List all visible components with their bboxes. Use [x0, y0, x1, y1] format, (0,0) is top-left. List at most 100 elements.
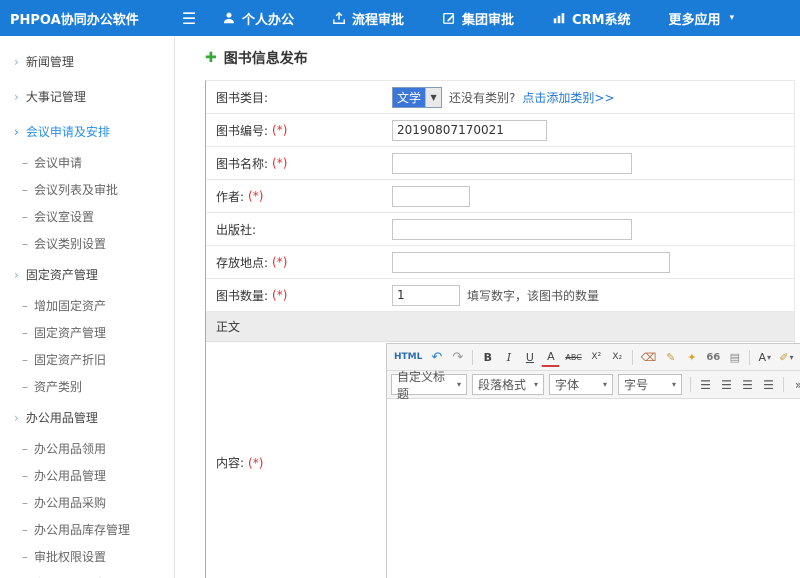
- sidebar-item-label: 办公用品采购: [34, 494, 106, 511]
- html-source-button[interactable]: HTML: [391, 347, 425, 367]
- nav-label: 更多应用: [669, 9, 721, 28]
- sidebar-item-meeting-category[interactable]: – 会议类别设置: [0, 230, 174, 257]
- required-mark: (*): [248, 189, 263, 203]
- publisher-input[interactable]: [392, 219, 632, 240]
- nav-group-approval[interactable]: 集团审批: [442, 9, 514, 28]
- sidebar-item-asset-add[interactable]: – 增加固定资产: [0, 292, 174, 319]
- paragraph-format-select[interactable]: 段落格式 ▾: [472, 374, 544, 395]
- format-painter-icon[interactable]: ✎: [661, 347, 680, 367]
- app-logo: PHPOA协同办公软件: [0, 9, 172, 28]
- custom-heading-select[interactable]: 自定义标题 ▾: [391, 374, 467, 395]
- category-select[interactable]: 文学 ▼: [392, 87, 442, 108]
- sidebar-item-asset-mgmt[interactable]: › 固定资产管理: [0, 257, 174, 292]
- sidebar-item-label: 固定资产折旧: [34, 351, 106, 368]
- text-color-dropdown[interactable]: A ▾: [755, 347, 774, 367]
- dash-icon: –: [22, 496, 28, 510]
- required-mark: (*): [272, 123, 287, 137]
- chevron-down-icon: ▾: [789, 353, 793, 362]
- sidebar-item-supplies-purchase[interactable]: – 办公用品采购: [0, 489, 174, 516]
- author-input[interactable]: [392, 186, 470, 207]
- redo-icon[interactable]: ↷: [448, 347, 467, 367]
- page-title: ✚ 图书信息发布: [205, 48, 795, 68]
- book-code-input[interactable]: [392, 120, 547, 141]
- nav-personal-office[interactable]: 个人办公: [222, 9, 294, 28]
- nav-more-apps[interactable]: 更多应用 ▾: [669, 9, 735, 28]
- sidebar-item-supplies-manage[interactable]: – 办公用品管理: [0, 462, 174, 489]
- sidebar-item-events-mgmt[interactable]: › 大事记管理: [0, 79, 174, 114]
- align-justify-icon[interactable]: ☰: [759, 375, 778, 395]
- underline-button[interactable]: U: [520, 347, 539, 367]
- sidebar-item-meeting-room[interactable]: – 会议室设置: [0, 203, 174, 230]
- location-input[interactable]: [392, 252, 670, 273]
- sidebar-item-supplies-stock[interactable]: – 办公用品库存管理: [0, 516, 174, 543]
- book-form: 图书类目: 文学 ▼ 还没有类别? 点击添加类别>> 图书编号: (*): [205, 80, 795, 578]
- sidebar-item-label: 新闻管理: [26, 53, 74, 70]
- font-color-button[interactable]: A: [541, 347, 560, 367]
- align-right-icon[interactable]: ☰: [738, 375, 757, 395]
- book-name-input[interactable]: [392, 153, 632, 174]
- quantity-hint: 填写数字，该图书的数量: [467, 287, 599, 304]
- sidebar-item-label: 会议室设置: [34, 208, 94, 225]
- editor-content-area[interactable]: [387, 399, 800, 578]
- subscript-button[interactable]: X₂: [608, 347, 627, 367]
- sidebar-item-meeting-apply[interactable]: – 会议申请: [0, 149, 174, 176]
- toolbar-separator: [632, 350, 633, 365]
- undo-icon[interactable]: ↶: [427, 347, 446, 367]
- sidebar-item-meeting-mgmt[interactable]: › 会议申请及安排: [0, 114, 174, 149]
- toolbar-separator: [472, 350, 473, 365]
- remove-format-icon[interactable]: ⌫: [638, 347, 660, 367]
- sidebar-item-label: 资产类别: [34, 378, 82, 395]
- align-center-icon[interactable]: ☰: [717, 375, 736, 395]
- select-label: 段落格式: [478, 376, 526, 393]
- topbar: PHPOA协同办公软件 ☰ 个人办公 流程审批 集团审批 CRM系统 更多应用 …: [0, 0, 800, 36]
- sidebar-item-label: 会议申请及安排: [26, 123, 110, 140]
- chevron-down-icon: ▾: [672, 380, 676, 389]
- italic-button[interactable]: I: [499, 347, 518, 367]
- superscript-button[interactable]: X²: [587, 347, 606, 367]
- chevron-right-icon: ›: [14, 412, 19, 424]
- sidebar-item-supplies-category[interactable]: – 办公用品分类设置: [0, 570, 174, 578]
- menu-toggle-icon[interactable]: ☰: [172, 9, 206, 28]
- field-label: 内容:: [216, 454, 244, 471]
- field-label: 图书类目:: [216, 89, 268, 106]
- dash-icon: –: [22, 299, 28, 313]
- sidebar-item-asset-category[interactable]: – 资产类别: [0, 373, 174, 400]
- sidebar-item-asset-depreciation[interactable]: – 固定资产折旧: [0, 346, 174, 373]
- chevron-right-icon: ›: [14, 126, 19, 138]
- nav-label: 流程审批: [352, 9, 404, 28]
- nav-label: 集团审批: [462, 9, 514, 28]
- nav-crm-system[interactable]: CRM系统: [552, 9, 631, 28]
- page-break-icon[interactable]: ▤: [725, 347, 744, 367]
- highlight-color-dropdown[interactable]: ✐ ▾: [776, 347, 796, 367]
- sidebar-item-supplies-mgmt[interactable]: › 办公用品管理: [0, 400, 174, 435]
- chevron-down-icon: ▾: [730, 13, 735, 23]
- chevron-right-icon: ›: [14, 91, 19, 103]
- toolbar-separator: [749, 350, 750, 365]
- add-category-link[interactable]: 点击添加类别>>: [522, 89, 614, 106]
- sidebar: › 新闻管理 › 大事记管理 › 会议申请及安排 – 会议申请 – 会议列表及审…: [0, 36, 175, 578]
- bar-chart-icon: [552, 11, 566, 25]
- bold-button[interactable]: B: [478, 347, 497, 367]
- editor-toolbar-row2: 自定义标题 ▾ 段落格式 ▾ 字体 ▾ 字号 ▾: [387, 371, 800, 399]
- sidebar-item-approval-permission[interactable]: – 审批权限设置: [0, 543, 174, 570]
- sidebar-item-supplies-claim[interactable]: – 办公用品领用: [0, 435, 174, 462]
- nav-process-approval[interactable]: 流程审批: [332, 9, 404, 28]
- strikethrough-button[interactable]: ABC: [562, 347, 584, 367]
- form-row-content: 内容: (*) HTML ↶ ↷ B I U A ABC X²: [206, 342, 794, 578]
- chevron-down-icon: ▼: [425, 88, 441, 107]
- clear-style-icon[interactable]: ✦: [682, 347, 701, 367]
- blockquote-button[interactable]: 66: [703, 347, 723, 367]
- sidebar-item-meeting-list[interactable]: – 会议列表及审批: [0, 176, 174, 203]
- font-size-select[interactable]: 字号 ▾: [618, 374, 682, 395]
- font-family-select[interactable]: 字体 ▾: [549, 374, 613, 395]
- indent-icon[interactable]: »: [789, 375, 800, 395]
- dash-icon: –: [22, 156, 28, 170]
- chevron-right-icon: ›: [14, 269, 19, 281]
- sidebar-item-asset-manage[interactable]: – 固定资产管理: [0, 319, 174, 346]
- quantity-input[interactable]: [392, 285, 460, 306]
- sidebar-item-news-mgmt[interactable]: › 新闻管理: [0, 44, 174, 79]
- field-label: 存放地点:: [216, 254, 268, 271]
- sidebar-item-label: 办公用品管理: [34, 467, 106, 484]
- align-left-icon[interactable]: ☰: [696, 375, 715, 395]
- toolbar-separator: [690, 377, 691, 392]
